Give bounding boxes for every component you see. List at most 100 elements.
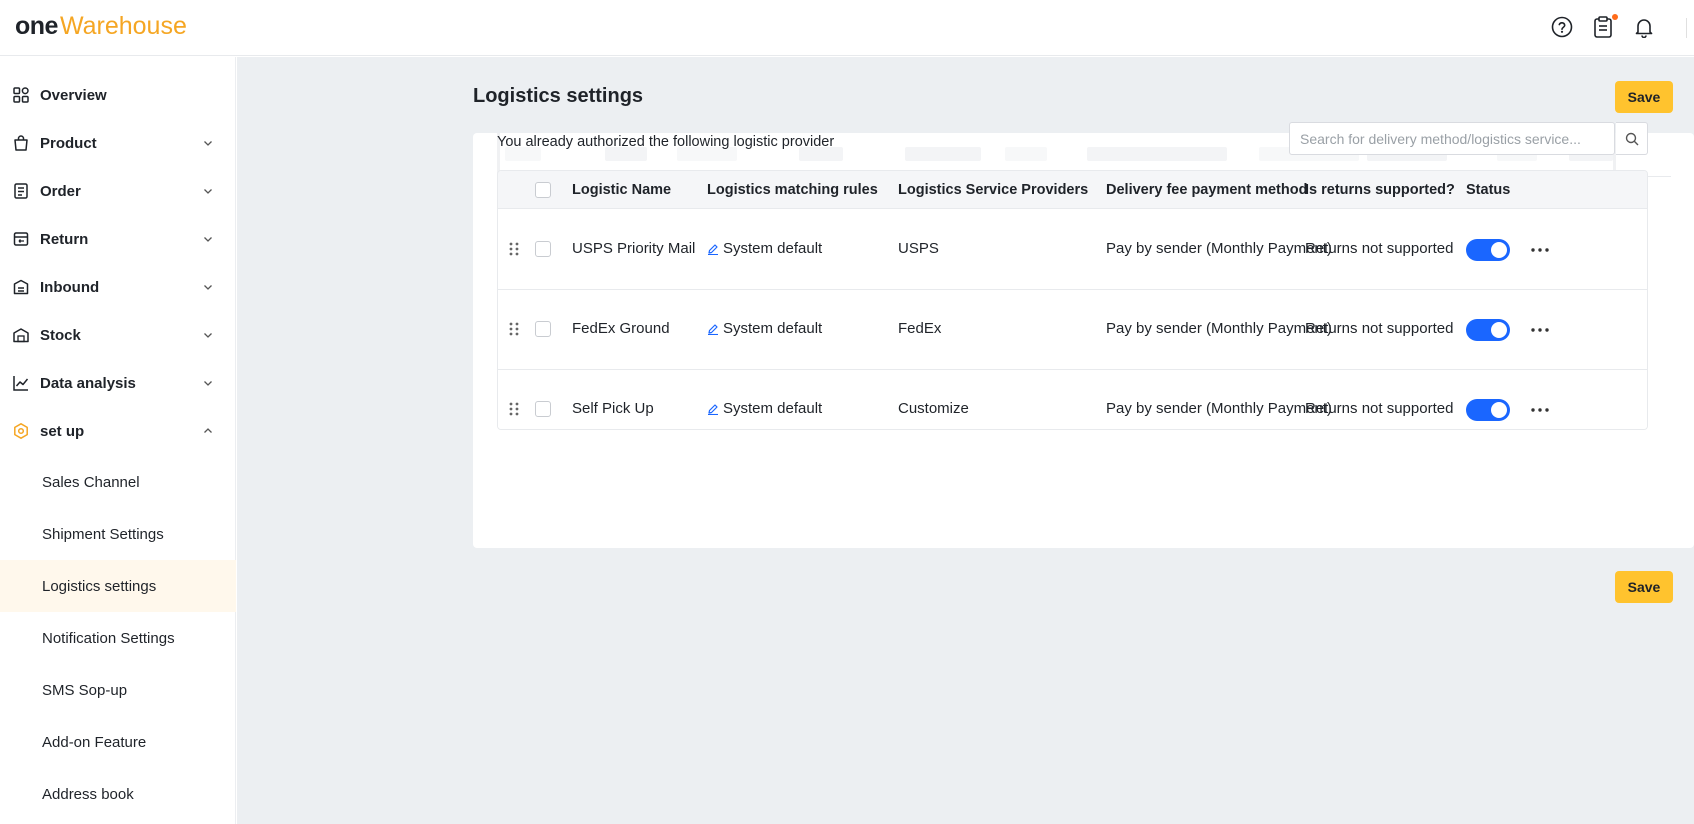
chevron-down-icon <box>204 237 212 242</box>
matching-rule-link[interactable]: System default <box>707 240 822 257</box>
row-checkbox[interactable] <box>535 241 551 257</box>
sidebar-subitem-shipment-settings[interactable]: Shipment Settings <box>0 508 236 560</box>
matching-rule-text: System default <box>723 320 823 337</box>
sidebar-subitem-logistics-settings[interactable]: Logistics settings <box>0 560 236 612</box>
edit-pencil-icon <box>708 243 718 255</box>
chevron-down-icon <box>204 189 212 194</box>
sidebar-item-label: Data analysis <box>40 374 136 392</box>
row-checkbox[interactable] <box>535 401 551 417</box>
payment-method: Pay by sender (Monthly Payment) <box>1106 320 1332 337</box>
matching-rule-text: System default <box>723 240 823 257</box>
edit-pencil-icon <box>708 323 718 335</box>
authorized-provider-text: You already authorized the following log… <box>497 134 835 150</box>
order-list-icon <box>14 183 28 199</box>
sidebar-item-label: Return <box>40 230 89 248</box>
logistic-name: Self Pick Up <box>572 400 654 417</box>
logo-warehouse-text: Warehouse <box>59 12 187 40</box>
page-title: Logistics settings <box>473 85 644 107</box>
toggle-knob <box>1491 402 1507 418</box>
logistic-name: FedEx Ground <box>572 320 670 337</box>
sidebar-subitem-sms-sop-up[interactable]: SMS Sop-up <box>0 664 236 716</box>
sidebar-item-return[interactable]: Return <box>0 215 236 263</box>
sidebar-item-product[interactable]: Product <box>0 119 236 167</box>
more-options-icon[interactable] <box>1528 240 1552 260</box>
column-header: Delivery fee payment method <box>1106 182 1308 198</box>
sidebar-subitem-label: Logistics settings <box>42 577 157 595</box>
payment-method: Pay by sender (Monthly Payment) <box>1106 240 1332 257</box>
sidebar-item-label: Inbound <box>40 278 100 296</box>
search-icon <box>1625 132 1638 145</box>
clipboard-icon[interactable] <box>1590 14 1618 40</box>
save-button-bottom[interactable]: Save <box>1615 571 1673 603</box>
notification-dot <box>1612 14 1618 20</box>
status-toggle[interactable] <box>1466 399 1510 421</box>
bell-icon[interactable] <box>1631 14 1657 40</box>
logistics-table: Logistic Name Logistics matching rules L… <box>497 170 1648 430</box>
sidebar-item-label: Product <box>40 134 97 152</box>
sidebar-item-label: set up <box>40 422 85 440</box>
sidebar-subitem-sales-channel[interactable]: Sales Channel <box>0 456 236 508</box>
search-button[interactable] <box>1616 122 1648 155</box>
drag-handle-icon[interactable] <box>508 401 520 417</box>
column-header: Logistics matching rules <box>707 182 878 198</box>
sidebar-item-data-analysis[interactable]: Data analysis <box>0 359 236 407</box>
service-provider: FedEx <box>898 320 942 337</box>
chart-line-icon <box>13 376 29 391</box>
matching-rule-link[interactable]: System default <box>707 320 822 337</box>
payment-method: Pay by sender (Monthly Payment) <box>1106 400 1332 417</box>
status-toggle[interactable] <box>1466 239 1510 261</box>
search-input[interactable] <box>1290 123 1618 154</box>
sidebar-subitem-address-book[interactable]: Address book <box>0 768 236 820</box>
column-header: Is returns supported? <box>1305 182 1455 198</box>
sidebar-subitem-label: Address book <box>42 785 134 803</box>
sidebar-subitem-notification-settings[interactable]: Notification Settings <box>0 612 236 664</box>
logo-one-text: one <box>15 12 58 40</box>
sidebar-item-inbound[interactable]: Inbound <box>0 263 236 311</box>
help-circle-icon[interactable] <box>1549 14 1575 40</box>
more-options-icon[interactable] <box>1528 320 1552 340</box>
top-header: oneWarehouse <box>0 0 1694 56</box>
stock-warehouse-icon <box>13 328 29 343</box>
tab-active[interactable] <box>905 147 981 161</box>
sidebar-subitem-add-on-feature[interactable]: Add-on Feature <box>0 716 236 768</box>
sidebar-item-label: Order <box>40 182 81 200</box>
table-row: Self Pick Up System default Customize Pa… <box>498 370 1647 429</box>
service-provider: USPS <box>898 240 939 257</box>
search-box <box>1289 122 1618 155</box>
sidebar-item-order[interactable]: Order <box>0 167 236 215</box>
service-provider: Customize <box>898 400 969 417</box>
matching-rule-link[interactable]: System default <box>707 400 822 417</box>
select-all-checkbox[interactable] <box>535 182 551 198</box>
sidebar-item-overview[interactable]: Overview <box>0 71 236 119</box>
sidebar-item-label: Overview <box>40 86 107 104</box>
tab-placeholder[interactable] <box>1087 147 1227 161</box>
sidebar-item-stock[interactable]: Stock <box>0 311 236 359</box>
table-header: Logistic Name Logistics matching rules L… <box>498 171 1647 209</box>
sidebar-subitem-label: Add-on Feature <box>42 733 147 751</box>
sidebar-subitem-label: Shipment Settings <box>42 525 164 543</box>
logistic-name: USPS Priority Mail <box>572 240 696 257</box>
drag-handle-icon[interactable] <box>508 241 520 257</box>
app-logo[interactable]: oneWarehouse <box>15 8 187 44</box>
sidebar-subitem-label: Sales Channel <box>42 473 140 491</box>
sidebar: Overview Product Order Return Inbound St… <box>0 57 236 824</box>
tab-placeholder[interactable] <box>1005 147 1047 161</box>
save-button-top[interactable]: Save <box>1615 81 1673 113</box>
more-options-icon[interactable] <box>1528 400 1552 420</box>
column-header: Logistic Name <box>572 182 672 198</box>
drag-handle-icon[interactable] <box>508 321 520 337</box>
row-checkbox[interactable] <box>535 321 551 337</box>
product-bag-icon <box>14 135 28 151</box>
inbound-box-icon <box>13 279 29 295</box>
status-toggle[interactable] <box>1466 319 1510 341</box>
table-row: USPS Priority Mail System default USPS P… <box>498 210 1647 290</box>
return-box-icon <box>13 232 29 246</box>
setup-hexagon-icon <box>14 423 28 439</box>
sidebar-item-setup[interactable]: set up <box>0 407 236 455</box>
sidebar-item-label: Stock <box>40 326 81 344</box>
table-row: FedEx Ground System default FedEx Pay by… <box>498 290 1647 370</box>
column-header: Logistics Service Providers <box>898 182 1089 198</box>
sidebar-subitem-label: Notification Settings <box>42 629 175 647</box>
column-header: Status <box>1466 182 1511 198</box>
toggle-knob <box>1491 322 1507 338</box>
